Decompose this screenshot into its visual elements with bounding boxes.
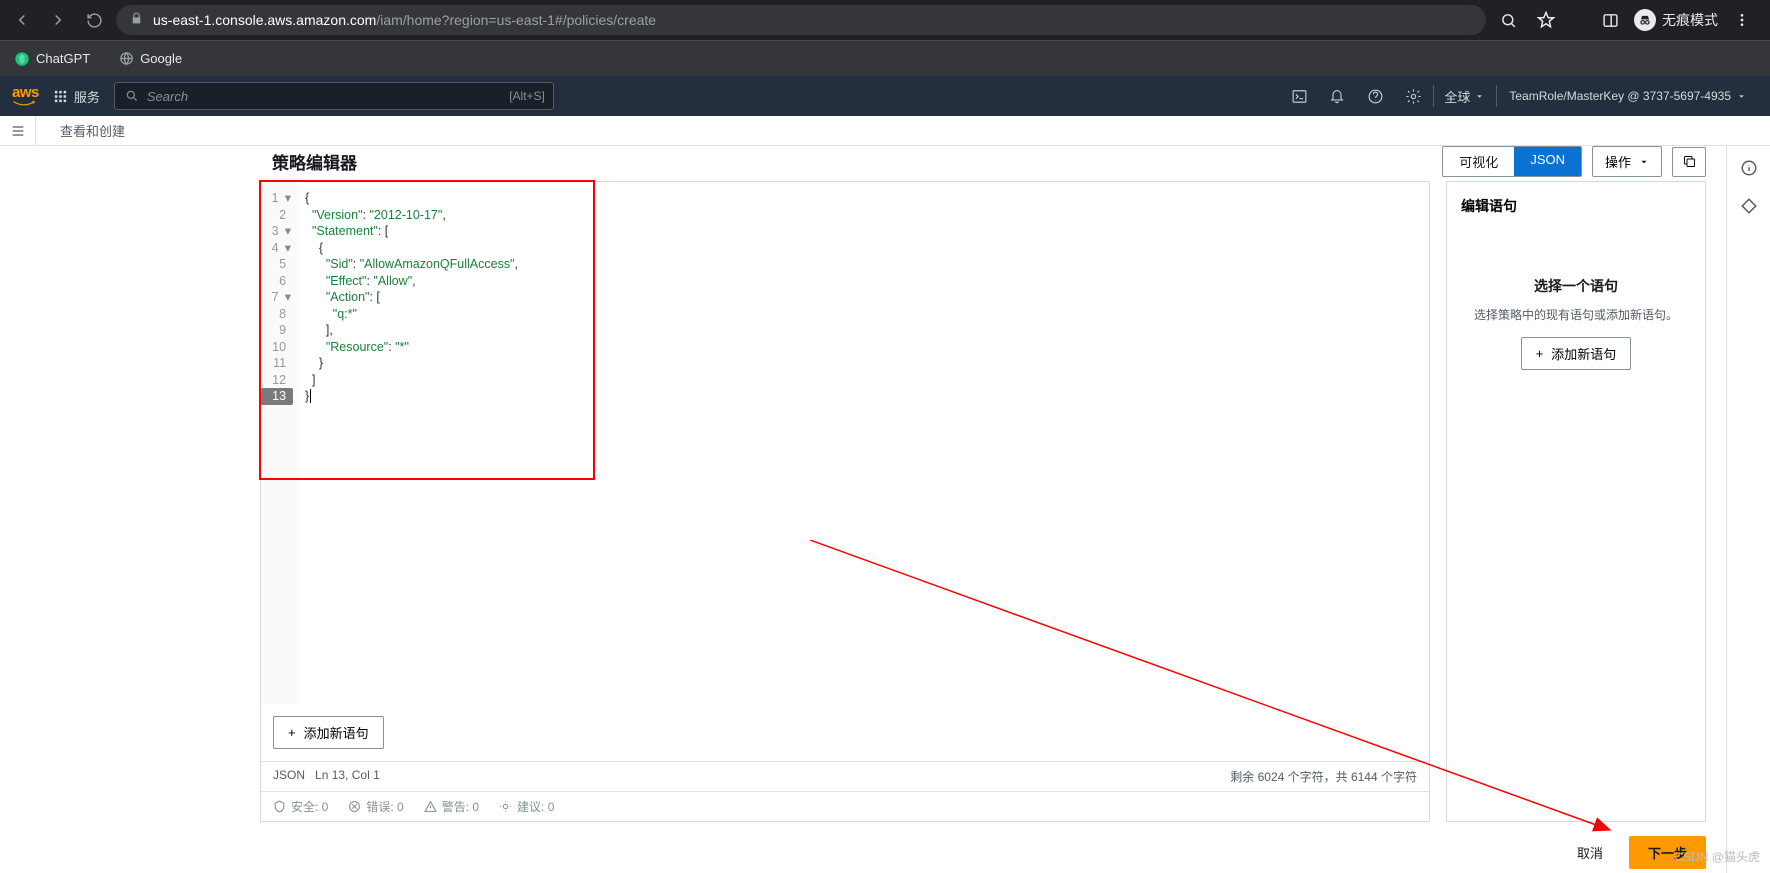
side-empty-heading: 选择一个语句: [1461, 276, 1691, 296]
search-lens-icon[interactable]: [1494, 6, 1522, 34]
diag-suggestions[interactable]: 建议: 0: [499, 798, 554, 815]
chatgpt-icon: [14, 51, 30, 67]
plus-icon: +: [1536, 346, 1544, 361]
code-content: { "Version": "2012-10-17", "Statement": …: [299, 182, 1429, 704]
diagnostics-bar: 安全: 0 错误: 0 警告: 0 建议: 0: [261, 791, 1429, 821]
diamond-icon[interactable]: [1737, 194, 1761, 218]
gear-icon[interactable]: [1395, 78, 1431, 114]
reload-icon[interactable]: [80, 6, 108, 34]
watermark: CSDN @猫头虎: [1674, 848, 1760, 865]
aws-top-nav: aws 服务 Search [Alt+S] 全球 TeamRole/Master…: [0, 76, 1770, 116]
statement-side-panel: 编辑语句 选择一个语句 选择策略中的现有语句或添加新语句。 + 添加新语句: [1446, 181, 1706, 822]
forward-icon[interactable]: [44, 6, 72, 34]
incognito-icon: [1634, 9, 1656, 31]
incognito-label: 无痕模式: [1662, 10, 1718, 30]
code-editor[interactable]: 1 ▾ 2 3 ▾ 4 ▾ 5 6 7 ▾ 8 9 10 11 12 13: [261, 182, 1429, 704]
diag-security[interactable]: 安全: 0: [273, 798, 328, 815]
editor-title: 策略编辑器: [272, 149, 357, 174]
diag-warnings[interactable]: 警告: 0: [424, 798, 479, 815]
hamburger-icon[interactable]: [0, 116, 36, 146]
aws-search-input[interactable]: Search [Alt+S]: [114, 82, 554, 110]
help-icon[interactable]: [1357, 78, 1393, 114]
right-help-rail: [1726, 146, 1770, 873]
diag-errors[interactable]: 错误: 0: [348, 798, 403, 815]
aws-logo[interactable]: aws: [12, 85, 39, 108]
url-domain: us-east-1.console.aws.amazon.com: [153, 12, 376, 28]
side-empty-text: 选择策略中的现有语句或添加新语句。: [1461, 306, 1691, 323]
seg-visual-button[interactable]: 可视化: [1443, 147, 1514, 176]
address-bar[interactable]: us-east-1.console.aws.amazon.com/iam/hom…: [116, 5, 1486, 35]
copy-icon-button[interactable]: [1672, 147, 1706, 177]
star-icon[interactable]: [1532, 6, 1560, 34]
globe-icon: [118, 51, 134, 67]
sub-header: 查看和创建: [0, 116, 1770, 146]
bookmark-chatgpt[interactable]: ChatGPT: [8, 47, 96, 71]
add-statement-button[interactable]: + 添加新语句: [273, 716, 384, 749]
kebab-icon[interactable]: [1728, 6, 1756, 34]
bookmark-google[interactable]: Google: [112, 47, 188, 71]
url-path: /iam/home?region=us-east-1#/policies/cre…: [376, 12, 656, 28]
plus-icon: +: [288, 725, 296, 740]
wizard-footer: 取消 下一步: [260, 822, 1706, 873]
search-placeholder: Search: [147, 89, 188, 104]
bookmarks-bar: ChatGPT Google: [0, 40, 1770, 76]
bell-icon[interactable]: [1319, 78, 1355, 114]
info-icon[interactable]: [1737, 156, 1761, 180]
editor-mode-toggle: 可视化 JSON: [1442, 146, 1582, 177]
editor-status-bar: JSON Ln 13, Col 1 剩余 6024 个字符，共 6144 个字符: [261, 761, 1429, 791]
lock-icon: [130, 12, 143, 28]
panel-icon[interactable]: [1596, 6, 1624, 34]
actions-dropdown[interactable]: 操作: [1592, 146, 1662, 177]
code-editor-panel: 1 ▾ 2 3 ▾ 4 ▾ 5 6 7 ▾ 8 9 10 11 12 13: [260, 181, 1430, 822]
breadcrumb-fragment: 查看和创建: [36, 121, 125, 140]
services-menu[interactable]: 服务: [53, 87, 100, 106]
side-panel-title: 编辑语句: [1461, 196, 1691, 216]
line-gutter: 1 ▾ 2 3 ▾ 4 ▾ 5 6 7 ▾ 8 9 10 11 12 13: [261, 182, 299, 704]
cloudshell-icon[interactable]: [1281, 78, 1317, 114]
back-icon[interactable]: [8, 6, 36, 34]
seg-json-button[interactable]: JSON: [1514, 147, 1581, 176]
cancel-button[interactable]: 取消: [1561, 836, 1619, 869]
account-menu[interactable]: TeamRole/MasterKey @ 3737-5697-4935: [1496, 85, 1758, 107]
search-shortcut: [Alt+S]: [509, 89, 545, 103]
region-selector[interactable]: 全球: [1433, 85, 1494, 107]
browser-toolbar: us-east-1.console.aws.amazon.com/iam/hom…: [0, 0, 1770, 40]
side-add-statement-button[interactable]: + 添加新语句: [1521, 337, 1632, 370]
